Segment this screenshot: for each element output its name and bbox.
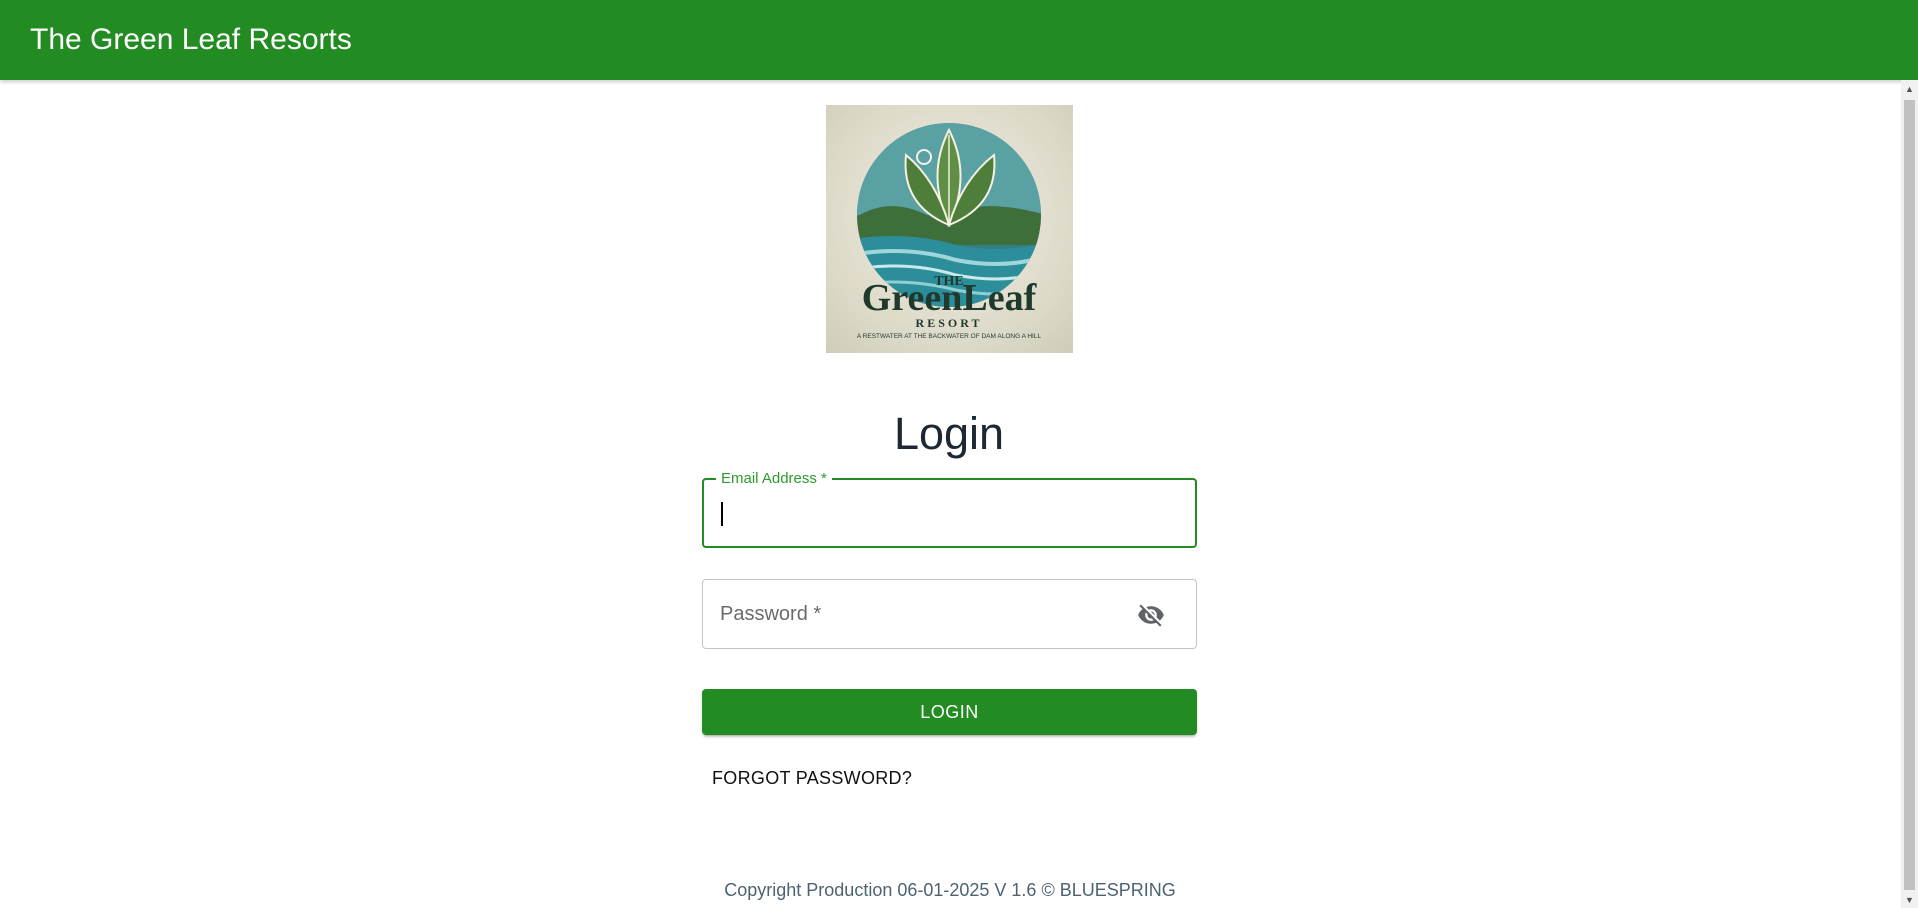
logo-line-resort: RESORT (916, 316, 983, 330)
scroll-up-arrow-icon[interactable]: ▲ (1901, 80, 1918, 97)
email-label: Email Address * (716, 470, 832, 488)
text-caret (721, 502, 723, 526)
visibility-off-icon[interactable] (1136, 600, 1166, 630)
logo-line-greenleaf: GreenLeaf (862, 277, 1038, 319)
email-field[interactable]: Email Address * (702, 470, 1197, 548)
password-field[interactable]: Password * (702, 579, 1197, 649)
logo-image: THE GreenLeaf RESORT A RESTWATER AT THE … (857, 123, 1042, 340)
app-bar: The Green Leaf Resorts (0, 0, 1918, 80)
logo-tagline: A RESTWATER AT THE BACKWATER OF DAM ALON… (857, 333, 1042, 340)
password-placeholder: Password * (720, 603, 822, 625)
footer-copyright: Copyright Production 06-01-2025 V 1.6 © … (724, 880, 1176, 900)
login-title: Login (893, 408, 1005, 460)
email-input[interactable] (720, 496, 1179, 532)
app-title: The Green Leaf Resorts (30, 23, 352, 56)
scroll-thumb[interactable] (1904, 100, 1915, 890)
resort-logo: THE GreenLeaf RESORT A RESTWATER AT THE … (826, 105, 1073, 353)
vertical-scrollbar[interactable]: ▲ ▼ (1901, 80, 1918, 908)
forgot-password-link[interactable]: FORGOT PASSWORD? (704, 764, 920, 793)
login-button[interactable]: LOGIN (702, 689, 1197, 735)
scroll-down-arrow-icon[interactable]: ▼ (1901, 891, 1918, 908)
